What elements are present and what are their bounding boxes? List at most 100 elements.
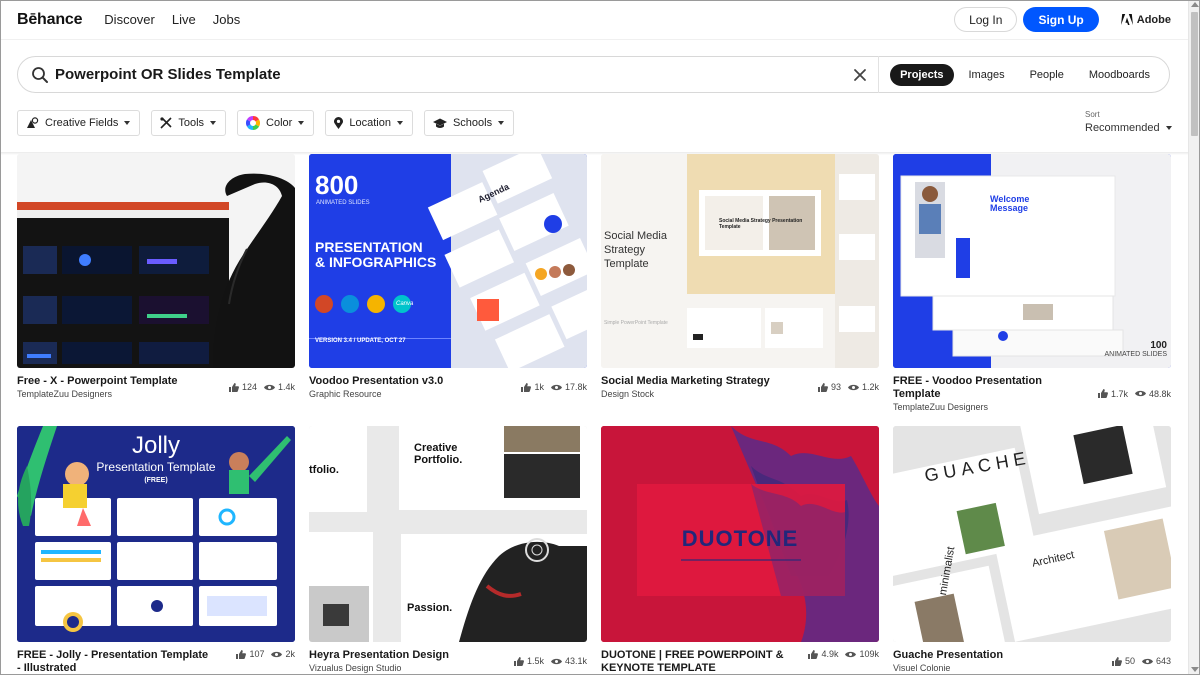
filter-creative-fields[interactable]: Creative Fields (17, 110, 141, 136)
project-title[interactable]: FREE - Jolly - Presentation Template - I… (17, 649, 212, 675)
view-count: 17.8k (564, 382, 587, 392)
project-title[interactable]: DUOTONE | FREE POWERPOINT & KEYNOTE TEMP… (601, 649, 796, 675)
project-thumbnail[interactable]: 800 ANIMATED SLIDES PRESENTATION & INFOG… (309, 154, 587, 368)
scrollbar-thumb[interactable] (1191, 12, 1198, 136)
graduation-cap-icon (432, 118, 447, 128)
filter-color[interactable]: Color (237, 110, 315, 136)
project-card[interactable]: Creative Portfolio. tfolio. Passion. Hey… (309, 426, 587, 673)
project-thumbnail[interactable] (17, 154, 295, 368)
project-meta: Guache Presentation Visuel Colonie 50 64… (893, 649, 1171, 673)
filter-location[interactable]: Location (325, 110, 413, 136)
page-scrollbar[interactable] (1188, 0, 1200, 675)
search-type-tabs: Projects Images People Moodboards (879, 63, 1169, 86)
project-meta: DUOTONE | FREE POWERPOINT & KEYNOTE TEMP… (601, 649, 879, 675)
cover-heading-line: Social Media (604, 230, 667, 242)
project-thumbnail[interactable]: Jolly Presentation Template (FREE) (17, 426, 295, 642)
behance-logo[interactable]: Bēhance (17, 11, 82, 29)
tab-moodboards[interactable]: Moodboards (1079, 64, 1160, 86)
tools-icon (160, 117, 172, 129)
project-card[interactable]: Jolly Presentation Template (FREE) FREE … (17, 426, 295, 675)
scroll-down-arrow-icon[interactable] (1191, 667, 1199, 672)
cover-title: Jolly (131, 432, 180, 459)
project-owner[interactable]: Graphic Resource (309, 389, 443, 399)
nav-discover[interactable]: Discover (104, 12, 155, 27)
project-title[interactable]: Social Media Marketing Strategy (601, 375, 770, 388)
project-owner[interactable]: TemplateZuu Designers (893, 402, 1088, 412)
view-count: 2k (285, 649, 295, 659)
project-card[interactable]: Welcome Message 100 ANIMATED SLIDES FREE… (893, 154, 1171, 412)
project-card[interactable]: Social Media Strategy Template Social Me… (601, 154, 879, 399)
eye-icon (1141, 658, 1153, 664)
guache-cover-image (893, 426, 1171, 642)
project-thumbnail[interactable]: Creative Portfolio. tfolio. Passion. (309, 426, 587, 642)
project-card[interactable]: GUACHE minimalist Architect Guache Prese… (893, 426, 1171, 673)
tab-projects[interactable]: Projects (890, 63, 954, 86)
cover-portfolio: Portfolio. (414, 454, 463, 466)
filter-bar: Creative Fields Tools Color Location Sch… (17, 110, 525, 136)
project-card[interactable]: Free - X - Powerpoint Template TemplateZ… (17, 154, 295, 399)
view-count: 1.2k (861, 382, 879, 392)
login-button[interactable]: Log In (954, 7, 1018, 32)
project-owner[interactable]: Design Stock (601, 389, 770, 399)
nav-live[interactable]: Live (172, 12, 196, 27)
filter-label: Location (349, 117, 391, 129)
project-title[interactable]: Heyra Presentation Design (309, 649, 449, 662)
project-title[interactable]: Voodoo Presentation v3.0 (309, 375, 443, 388)
cover-subtitle: ANIMATED SLIDES (316, 200, 370, 206)
nav-jobs[interactable]: Jobs (213, 12, 240, 27)
search-input[interactable]: Powerpoint OR Slides Template (55, 66, 853, 83)
project-title[interactable]: Free - X - Powerpoint Template (17, 375, 178, 388)
filter-label: Schools (452, 117, 493, 129)
filter-tools[interactable]: Tools (151, 110, 227, 136)
cover-portfolio-cropped: tfolio. (309, 464, 339, 476)
adobe-link[interactable]: Adobe (1120, 14, 1171, 26)
thumbs-up-icon (513, 656, 524, 666)
project-thumbnail[interactable]: Social Media Strategy Template Social Me… (601, 154, 879, 368)
scroll-up-arrow-icon[interactable] (1191, 2, 1199, 7)
eye-icon (263, 384, 275, 390)
sort-dropdown[interactable]: Sort Recommended (1085, 110, 1172, 134)
signup-button[interactable]: Sign Up (1023, 7, 1099, 32)
filter-label: Color (266, 117, 293, 129)
view-count: 643 (1155, 656, 1171, 666)
like-count: 1.5k (526, 656, 544, 666)
cover-card-title: Social Media Strategy Presentation Templ… (719, 218, 803, 230)
filter-label: Creative Fields (45, 117, 119, 129)
sort-value-text: Recommended (1085, 122, 1160, 134)
like-count: 1.7k (1110, 388, 1128, 399)
chevron-down-icon (498, 121, 505, 125)
clear-search-icon[interactable] (853, 68, 867, 82)
project-meta: Free - X - Powerpoint Template TemplateZ… (17, 375, 295, 399)
location-pin-icon (334, 117, 344, 129)
search-bar: Powerpoint OR Slides Template Projects I… (17, 56, 1170, 93)
project-stats: 50 643 (1111, 649, 1171, 673)
project-thumbnail[interactable]: DUOTONE (601, 426, 879, 642)
cover-count-subtitle: ANIMATED SLIDES (1104, 351, 1168, 358)
project-thumbnail[interactable]: Welcome Message 100 ANIMATED SLIDES (893, 154, 1171, 368)
cover-passion: Passion. (407, 602, 453, 614)
chevron-down-icon (210, 121, 217, 125)
like-count: 93 (830, 382, 841, 392)
tab-people[interactable]: People (1020, 64, 1074, 86)
thumbs-up-icon (228, 382, 239, 392)
project-owner[interactable]: TemplateZuu Designers (17, 389, 178, 399)
project-card[interactable]: DUOTONE DUOTONE | FREE POWERPOINT & KEYN… (601, 426, 879, 675)
project-card[interactable]: 800 ANIMATED SLIDES PRESENTATION & INFOG… (309, 154, 587, 399)
project-owner[interactable]: Vizualus Design Studio (309, 663, 449, 673)
cover-heading-2: & INFOGRAPHICS (315, 254, 437, 270)
filter-schools[interactable]: Schools (423, 110, 515, 136)
cover-footnote: Simple PowerPoint Template (604, 320, 668, 326)
tab-images[interactable]: Images (959, 64, 1015, 86)
project-stats: 4.9k 109k (808, 649, 879, 659)
cover-heading-line: Template (604, 258, 649, 270)
eye-icon (847, 384, 859, 390)
project-stats: 1.7k 48.8k (1097, 375, 1171, 412)
voodoo-free-cover-image (893, 154, 1171, 368)
project-title[interactable]: Guache Presentation (893, 649, 1003, 662)
cover-heading-1: PRESENTATION (315, 239, 423, 255)
view-count: 43.1k (564, 656, 587, 666)
project-owner[interactable]: Visuel Colonie (893, 663, 1003, 673)
project-title[interactable]: FREE - Voodoo Presentation Template (893, 375, 1088, 401)
filter-label: Tools (178, 117, 205, 129)
project-thumbnail[interactable]: GUACHE minimalist Architect (893, 426, 1171, 642)
